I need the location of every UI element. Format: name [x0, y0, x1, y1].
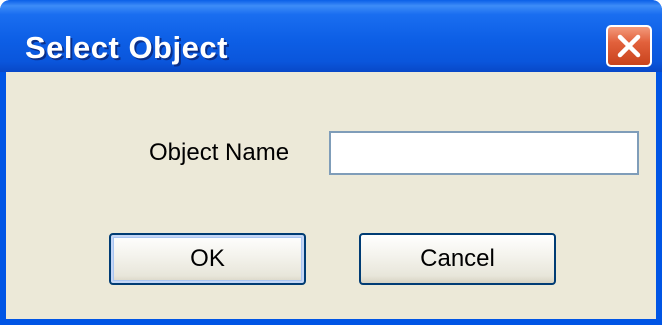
select-object-dialog: Select Object Object Name OK Cancel — [0, 0, 662, 325]
ok-button[interactable]: OK — [109, 233, 306, 285]
object-name-input[interactable] — [329, 131, 639, 175]
close-button[interactable] — [606, 25, 652, 67]
window-title: Select Object — [25, 30, 228, 65]
object-name-label: Object Name — [149, 139, 290, 166]
close-icon — [617, 34, 641, 58]
title-bar[interactable]: Select Object — [0, 0, 662, 72]
cancel-button[interactable]: Cancel — [359, 233, 556, 285]
dialog-body: Object Name OK Cancel — [6, 72, 656, 319]
